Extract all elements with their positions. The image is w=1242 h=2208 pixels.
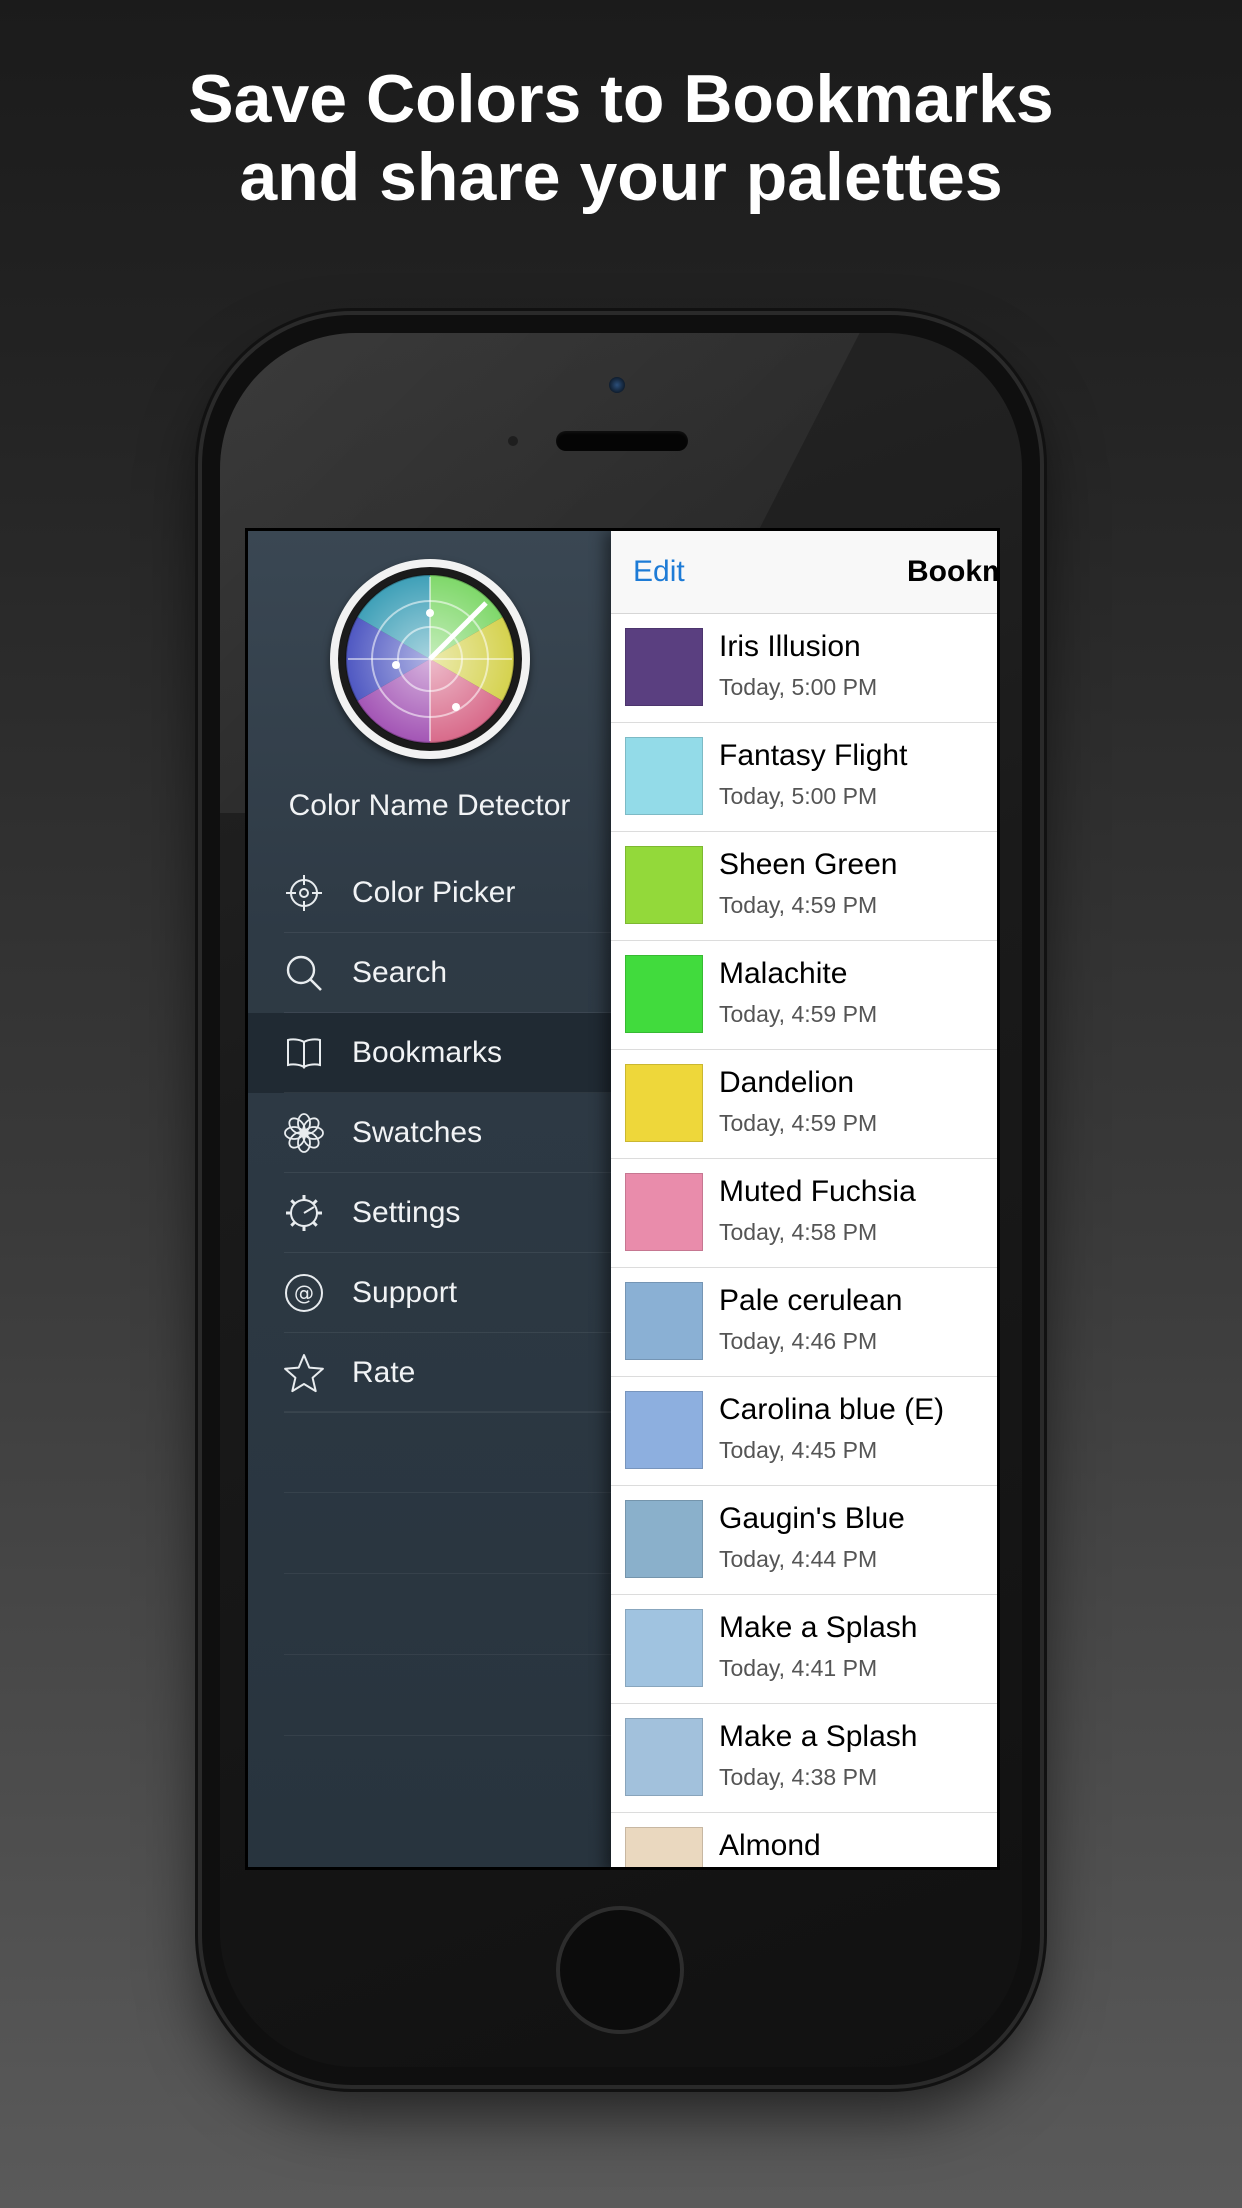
bookmark-row[interactable]: Carolina blue (E) Today, 4:45 PM [611, 1377, 997, 1486]
bookmark-row[interactable]: Fantasy Flight Today, 5:00 PM [611, 723, 997, 832]
color-swatch [625, 955, 703, 1033]
svg-text:@: @ [294, 1281, 314, 1305]
menu-item-label: Rate [352, 1356, 416, 1389]
crosshair-icon [284, 873, 324, 913]
menu-item-label: Support [352, 1276, 458, 1309]
navigation-bar: Edit Bookmarks [611, 531, 997, 614]
headline-line-1: Save Colors to Bookmarks [188, 61, 1054, 137]
bookmark-time: Today, 4:45 PM [719, 1437, 878, 1463]
bookmark-row[interactable]: Make a Splash Today, 4:41 PM [611, 1595, 997, 1704]
bookmark-time: Today, 4:59 PM [719, 1001, 878, 1027]
color-name: Almond [719, 1829, 821, 1862]
menu-item-label: Swatches [352, 1116, 483, 1149]
bookmark-time: Today, 4:44 PM [719, 1546, 878, 1572]
color-swatch [625, 628, 703, 706]
bookmark-time: Today, 4:58 PM [719, 1219, 878, 1245]
app-logo [330, 559, 530, 759]
proximity-sensor [508, 436, 518, 446]
color-name: Iris Illusion [719, 630, 861, 663]
color-swatch [625, 846, 703, 924]
bookmark-list: Iris Illusion Today, 5:00 PM Fantasy Flig… [611, 614, 997, 1867]
color-name: Sheen Green [719, 848, 898, 881]
color-swatch [625, 1827, 703, 1867]
color-name: Malachite [719, 957, 848, 990]
menu-item-support[interactable]: @ Support [248, 1253, 611, 1333]
at-icon: @ [284, 1273, 324, 1313]
bookmark-time: Today, 5:00 PM [719, 783, 878, 809]
color-name: Pale cerulean [719, 1284, 903, 1317]
bookmark-row[interactable]: Sheen Green Today, 4:59 PM [611, 832, 997, 941]
color-name: Muted Fuchsia [719, 1175, 916, 1208]
color-name: Dandelion [719, 1066, 855, 1099]
earpiece-speaker [556, 431, 688, 451]
bookmark-time: Today, 5:00 PM [719, 674, 878, 700]
bookmark-row[interactable]: Almond [611, 1813, 997, 1867]
color-swatch [625, 1173, 703, 1251]
menu-item-search[interactable]: Search [248, 933, 611, 1013]
color-swatch [625, 1609, 703, 1687]
bookmark-time: Today, 4:59 PM [719, 892, 878, 918]
side-menu: Color Name Detector Color Picker Search … [248, 531, 611, 1867]
menu-item-label: Search [352, 956, 448, 989]
page-title: Bookmarks [907, 555, 997, 588]
menu-item-rate[interactable]: Rate [248, 1333, 611, 1413]
color-name: Make a Splash [719, 1720, 918, 1753]
front-camera [609, 377, 625, 393]
bookmark-row[interactable]: Malachite Today, 4:59 PM [611, 941, 997, 1050]
menu-item-label: Bookmarks [352, 1036, 503, 1069]
color-swatch [625, 1391, 703, 1469]
color-swatch [625, 1282, 703, 1360]
bookmark-time: Today, 4:59 PM [719, 1110, 878, 1136]
menu-item-bookmarks[interactable]: Bookmarks [248, 1013, 611, 1093]
menu-item-label: Settings [352, 1196, 461, 1229]
menu-item-label: Color Picker [352, 876, 516, 909]
search-icon [284, 953, 324, 993]
bookmark-row[interactable]: Gaugin's Blue Today, 4:44 PM [611, 1486, 997, 1595]
menu-item-swatches[interactable]: Swatches [248, 1093, 611, 1173]
bookmark-row[interactable]: Dandelion Today, 4:59 PM [611, 1050, 997, 1159]
bookmark-row[interactable]: Make a Splash Today, 4:38 PM [611, 1704, 997, 1813]
headline: Save Colors to Bookmarks and share your … [0, 60, 1242, 216]
bookmark-time: Today, 4:41 PM [719, 1655, 878, 1681]
book-icon [284, 1033, 324, 1073]
color-name: Fantasy Flight [719, 739, 908, 772]
edit-button[interactable]: Edit [633, 555, 685, 589]
menu-item-settings[interactable]: Settings [248, 1173, 611, 1253]
menu-list: Color Picker Search Bookmarks Swatches S… [248, 853, 611, 1413]
bookmark-row[interactable]: Iris Illusion Today, 5:00 PM [611, 614, 997, 723]
flower-icon [284, 1113, 324, 1153]
bookmarks-panel: Edit Bookmarks Iris Illusion Today, 5:00 … [611, 531, 997, 1867]
color-swatch [625, 1718, 703, 1796]
color-wheel-radar-icon [345, 574, 515, 744]
app-name: Color Name Detector [288, 789, 571, 822]
color-swatch [625, 1064, 703, 1142]
star-icon [284, 1353, 324, 1393]
phone-screen: Color Name Detector Color Picker Search … [245, 528, 1000, 1870]
bookmark-row[interactable]: Pale cerulean Today, 4:46 PM [611, 1268, 997, 1377]
home-button[interactable] [556, 1906, 684, 2034]
color-name: Carolina blue (E) [719, 1393, 945, 1426]
headline-line-2: and share your palettes [239, 139, 1003, 215]
bookmark-row[interactable]: Muted Fuchsia Today, 4:58 PM [611, 1159, 997, 1268]
bookmark-time: Today, 4:38 PM [719, 1764, 878, 1790]
color-swatch [625, 1500, 703, 1578]
gear-icon [284, 1193, 324, 1233]
color-swatch [625, 737, 703, 815]
bookmark-time: Today, 4:46 PM [719, 1328, 878, 1354]
color-name: Make a Splash [719, 1611, 918, 1644]
menu-item-color-picker[interactable]: Color Picker [248, 853, 611, 933]
menu-empty-rows [284, 1411, 611, 1816]
color-name: Gaugin's Blue [719, 1502, 905, 1535]
